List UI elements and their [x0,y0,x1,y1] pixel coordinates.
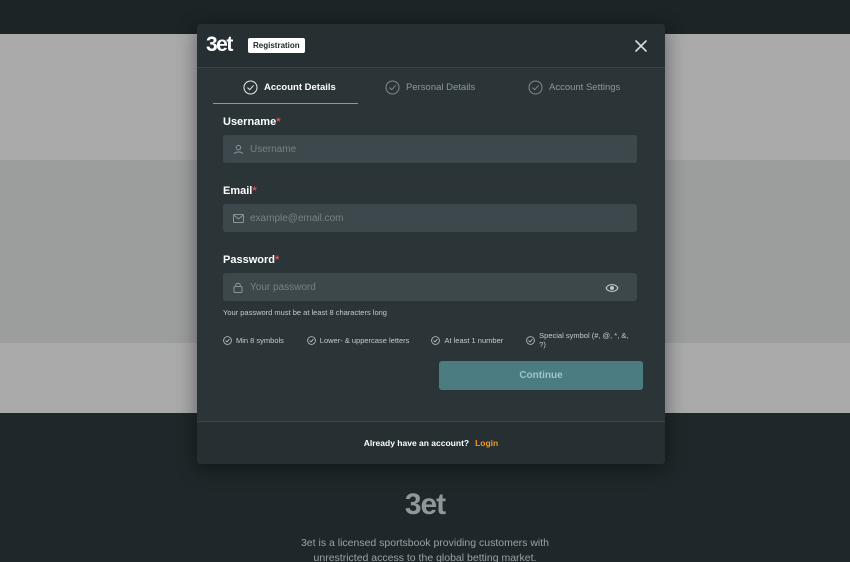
continue-button[interactable]: Continue [439,361,643,390]
check-circle-icon [385,80,400,95]
step-label: Account Details [264,82,336,93]
password-input[interactable] [250,281,590,293]
mail-icon [233,212,245,224]
password-rule: Special symbol (#, @, *, &, ?) [526,331,637,349]
check-circle-icon [431,335,441,345]
login-prompt: Already have an account? [363,438,470,448]
footer-description: 3et is a licensed sportsbook providing c… [300,537,550,562]
password-rule: Min 8 symbols [223,331,307,349]
modal-footer: Already have an account? Login [197,421,665,464]
username-input[interactable] [250,143,590,155]
check-circle-icon [526,335,535,345]
step-tabs: Account Details Personal Details Account… [197,68,665,106]
email-input[interactable] [250,212,590,224]
user-icon [233,143,245,155]
page: 3et 3et is a licensed sportsbook providi… [0,0,850,562]
username-field [223,135,637,163]
active-step-indicator [213,103,358,104]
lock-icon [233,281,245,293]
required-mark: * [276,116,281,128]
registration-badge: Registration [248,38,305,53]
close-button[interactable] [633,38,649,54]
check-circle-icon [223,335,232,345]
step-label: Account Settings [549,82,621,93]
password-rules: Min 8 symbols Lower- & uppercase letters… [223,331,637,349]
registration-form: Username* Email* [223,116,637,349]
step-label: Personal Details [406,82,476,93]
email-field [223,204,637,232]
footer-logo: 3et [404,488,446,521]
eye-icon [605,284,619,292]
step-account-settings[interactable]: Account Settings [528,80,620,95]
required-mark: * [274,254,280,266]
brand-logo: 3et [206,33,233,56]
password-rule: Lower- & uppercase letters [306,331,432,349]
login-link[interactable]: Login [475,438,498,448]
step-personal-details[interactable]: Personal Details [385,80,475,95]
close-icon [635,40,647,52]
show-password-toggle[interactable] [605,281,619,293]
password-rule: At least 1 number [431,331,526,349]
check-circle-icon [243,80,258,95]
email-label: Email* [223,185,257,197]
step-account-details[interactable]: Account Details [243,80,336,95]
username-label: Username* [223,116,281,128]
password-hint: Your password must be at least 8 charact… [223,308,387,317]
password-label: Password* [223,254,280,266]
check-circle-icon [306,335,316,345]
required-mark: * [252,185,257,197]
modal-header: 3et Registration [197,24,665,68]
check-circle-icon [528,80,543,95]
registration-modal: 3et Registration Account Details Persona… [197,24,665,464]
password-field [223,273,637,301]
